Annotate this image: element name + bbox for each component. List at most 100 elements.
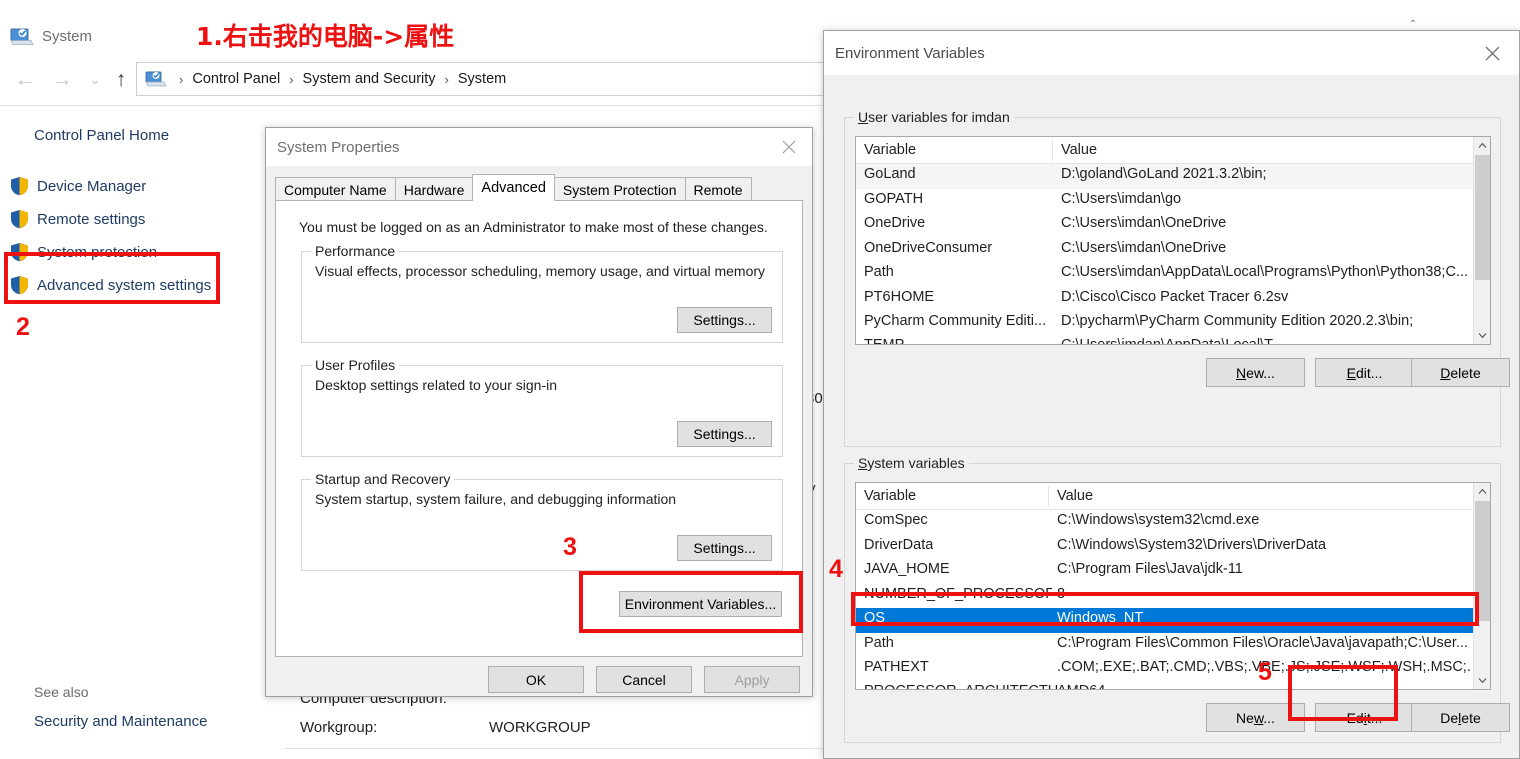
startup-recovery-settings-button[interactable]: Settings...	[677, 535, 772, 561]
system-properties-tabstrip: Computer Name Hardware Advanced System P…	[275, 174, 752, 201]
startup-recovery-group-description: System startup, system failure, and debu…	[315, 491, 677, 507]
shield-icon	[10, 176, 29, 196]
sidebar-item-remote-settings[interactable]: Remote settings	[10, 206, 145, 232]
variable-value: C:\Users\imdan\AppData\Local\Programs\Py…	[1061, 264, 1468, 280]
column-divider[interactable]	[1052, 140, 1053, 161]
chevron-down-icon[interactable]	[1474, 327, 1490, 344]
system-variables-header: Variable Value	[856, 483, 1490, 510]
breadcrumb-item-system[interactable]: System	[458, 71, 506, 87]
cancel-button[interactable]: Cancel	[596, 666, 692, 693]
user-variables-group: User variables for imdan Variable Value …	[844, 109, 1510, 447]
table-row[interactable]: ComSpec C:\Windows\system32\cmd.exe	[856, 510, 1490, 535]
user-delete-label-rest: elete	[1450, 364, 1481, 381]
system-delete-button[interactable]: Delete	[1411, 703, 1510, 732]
user-variables-rows: GoLand D:\goland\GoLand 2021.3.2\bin; GO…	[856, 164, 1490, 344]
forward-button[interactable]: →	[47, 60, 77, 98]
variable-value: D:\pycharm\PyCharm Community Edition 202…	[1061, 313, 1414, 329]
column-header-value[interactable]: Value	[1061, 142, 1097, 158]
startup-recovery-group-legend: Startup and Recovery	[311, 471, 455, 487]
user-profiles-settings-button[interactable]: Settings...	[677, 421, 772, 447]
system-window-title: System	[42, 28, 93, 45]
annotation-number-2: 2	[16, 313, 30, 341]
system-variables-legend-accel: S	[858, 455, 868, 471]
tab-computer-name[interactable]: Computer Name	[275, 177, 396, 201]
back-button[interactable]: ←	[10, 60, 40, 98]
table-row[interactable]: PT6HOME D:\Cisco\Cisco Packet Tracer 6.2…	[856, 287, 1490, 312]
chevron-up-icon[interactable]	[1474, 483, 1490, 500]
table-row[interactable]: Path C:\Users\imdan\AppData\Local\Progra…	[856, 262, 1490, 287]
sidebar-item-control-panel-home[interactable]: Control Panel Home	[34, 127, 169, 144]
user-new-accel: N	[1236, 364, 1247, 381]
user-variables-listview[interactable]: Variable Value GoLand D:\goland\GoLand 2…	[855, 136, 1491, 345]
performance-group-legend: Performance	[311, 243, 400, 259]
close-icon[interactable]	[1470, 37, 1515, 69]
table-row[interactable]: OneDrive C:\Users\imdan\OneDrive	[856, 213, 1490, 238]
annotation-box-advanced-system-settings	[4, 252, 220, 304]
variable-value: C:\Users\imdan\OneDrive	[1061, 239, 1227, 256]
chevron-up-icon[interactable]	[1474, 137, 1490, 154]
sidebar-item-label: Device Manager	[37, 177, 147, 195]
annotation-number-4: 4	[829, 555, 843, 583]
user-edit-button[interactable]: Edit...	[1315, 358, 1414, 387]
user-delete-button[interactable]: Delete	[1411, 358, 1510, 387]
user-variables-scrollbar[interactable]	[1473, 137, 1490, 344]
sidebar-item-device-manager[interactable]: Device Manager	[10, 173, 146, 199]
sidebar-item-security-and-maintenance[interactable]: Security and Maintenance	[34, 713, 207, 730]
variable-value: C:\Program Files\Java\jdk-11	[1057, 561, 1243, 577]
annotation-number-5: 5	[1258, 658, 1272, 686]
column-header-value[interactable]: Value	[1057, 488, 1093, 504]
user-new-button[interactable]: New...	[1206, 358, 1305, 387]
table-row[interactable]: GOPATH C:\Users\imdan\go	[856, 189, 1490, 214]
up-arrow-icon: ↑	[115, 67, 127, 91]
computer-icon	[10, 28, 34, 46]
variable-name: GOPATH	[864, 190, 924, 207]
system-variables-scrollbar[interactable]	[1473, 483, 1490, 689]
forward-arrow-icon: →	[51, 67, 73, 91]
column-header-variable[interactable]: Variable	[864, 142, 916, 158]
table-row[interactable]: OneDriveConsumer C:\Users\imdan\OneDrive	[856, 238, 1490, 263]
table-row[interactable]: DriverData C:\Windows\System32\Drivers\D…	[856, 535, 1490, 560]
performance-group-description: Visual effects, processor scheduling, me…	[315, 263, 766, 279]
variable-name: ComSpec	[864, 512, 928, 528]
breadcrumb-item-control-panel[interactable]: Control Panel	[192, 71, 280, 87]
workgroup-value: WORKGROUP	[489, 719, 591, 736]
system-delete-label-a: De	[1440, 709, 1459, 726]
shield-icon	[10, 209, 29, 229]
table-row[interactable]: Path C:\Program Files\Common Files\Oracl…	[856, 633, 1490, 658]
tab-system-protection[interactable]: System Protection	[553, 177, 686, 201]
table-row[interactable]: JAVA_HOME C:\Program Files\Java\jdk-11	[856, 559, 1490, 584]
environment-variables-dialog: Environment Variables User variables for…	[823, 30, 1520, 759]
administrator-note: You must be logged on as an Administrato…	[299, 219, 768, 235]
tab-hardware[interactable]: Hardware	[394, 177, 474, 201]
see-also-label: See also	[34, 684, 89, 700]
table-row[interactable]: TEMP C:\Users\imdan\AppData\Local\T...	[856, 336, 1490, 345]
column-divider[interactable]	[1048, 486, 1049, 507]
variable-name: GoLand	[864, 166, 916, 182]
variable-name: Path	[864, 264, 894, 280]
performance-settings-button[interactable]: Settings...	[677, 307, 772, 333]
system-variables-legend-rest: ystem variables	[867, 455, 965, 471]
tab-advanced[interactable]: Advanced	[472, 174, 555, 201]
system-variables-listview[interactable]: Variable Value ComSpec C:\Windows\system…	[855, 482, 1491, 690]
variable-name: TEMP	[864, 336, 905, 345]
back-arrow-icon: ←	[14, 67, 36, 91]
chevron-down-icon[interactable]	[1474, 672, 1490, 689]
close-icon[interactable]	[768, 132, 810, 162]
tab-remote[interactable]: Remote	[684, 177, 752, 201]
table-row[interactable]: GoLand D:\goland\GoLand 2021.3.2\bin;	[856, 164, 1490, 189]
ok-button[interactable]: OK	[488, 666, 584, 693]
variable-value: C:\Program Files\Common Files\Oracle\Jav…	[1057, 634, 1468, 651]
control-panel-sidebar: Control Panel Home Device Manager Remote…	[0, 118, 262, 730]
user-profiles-group-legend: User Profiles	[311, 357, 400, 373]
user-variables-legend-accel: U	[858, 109, 869, 125]
breadcrumb-item-system-and-security[interactable]: System and Security	[303, 71, 436, 87]
scrollbar-thumb[interactable]	[1475, 155, 1490, 280]
user-profiles-group: User Profiles Desktop settings related t…	[301, 357, 783, 457]
column-header-variable[interactable]: Variable	[864, 488, 916, 504]
startup-recovery-group: Startup and Recovery System startup, sys…	[301, 471, 783, 571]
user-variables-legend: User variables for imdan	[854, 109, 1014, 125]
table-row[interactable]: PyCharm Community Editi... D:\pycharm\Py…	[856, 311, 1490, 336]
up-button[interactable]: ↑	[106, 60, 136, 98]
variable-name: Path	[864, 634, 894, 651]
environment-variables-title: Environment Variables	[835, 45, 985, 62]
